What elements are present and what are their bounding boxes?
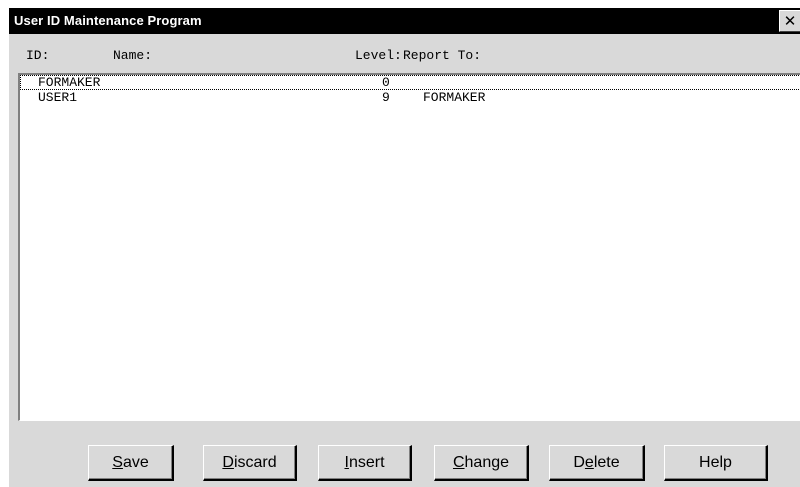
row-level: 9 (382, 90, 390, 105)
save-button-label: ave (122, 453, 149, 471)
help-button[interactable]: Help (664, 445, 768, 481)
save-button-mnemonic: S (112, 453, 123, 471)
column-header-name: Name: (113, 48, 153, 63)
user-id-maintenance-window: User ID Maintenance Program ✕ ID: Name: … (8, 8, 800, 487)
change-button-label: hange (464, 453, 510, 471)
user-list[interactable]: FORMAKER 0 USER1 9 FORMAKER (18, 73, 800, 421)
window-title: User ID Maintenance Program (14, 13, 202, 28)
delete-button-label: lete (593, 453, 620, 471)
help-button-label: Help (699, 453, 732, 471)
discard-button[interactable]: Discard (203, 445, 297, 481)
list-row-formaker[interactable]: FORMAKER 0 (20, 75, 800, 90)
change-button[interactable]: Change (434, 445, 529, 481)
insert-button[interactable]: Insert (318, 445, 412, 481)
discard-button-label: iscard (233, 453, 277, 471)
button-bar: Save Discard Insert Change De lete Help (9, 421, 800, 487)
delete-button-mnemonic: e (584, 453, 594, 471)
save-button[interactable]: Save (88, 445, 174, 481)
column-header-report-to: Report To: (403, 48, 482, 63)
discard-button-mnemonic: D (222, 453, 234, 471)
list-row-user1[interactable]: USER1 9 FORMAKER (20, 90, 800, 105)
title-bar[interactable]: User ID Maintenance Program ✕ (9, 8, 800, 34)
row-report-to: FORMAKER (423, 90, 486, 105)
close-button[interactable]: ✕ (779, 10, 800, 32)
insert-button-label: nsert (348, 453, 385, 471)
column-header-level: Level: (355, 48, 402, 63)
change-button-mnemonic: C (452, 453, 465, 471)
row-level: 0 (382, 75, 390, 90)
close-icon: ✕ (783, 11, 797, 30)
delete-button[interactable]: De lete (549, 445, 645, 481)
delete-button-prefix: D (573, 453, 585, 471)
column-header-id: ID: (26, 48, 50, 63)
row-id: USER1 (38, 90, 78, 105)
row-id: FORMAKER (38, 75, 101, 90)
